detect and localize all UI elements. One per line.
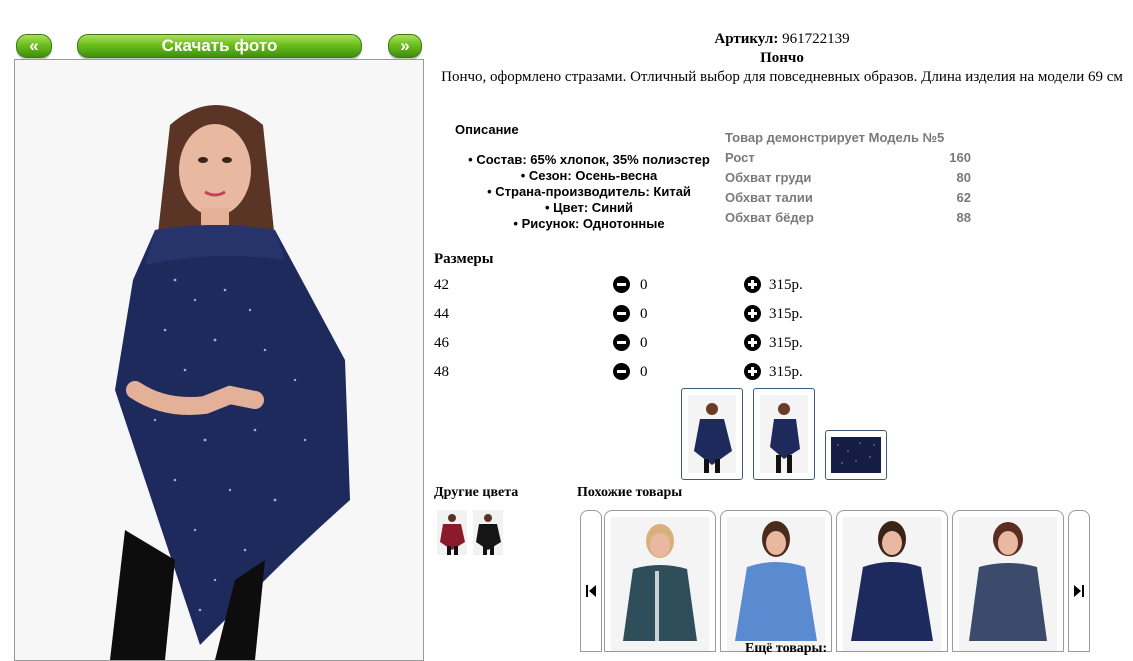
- increase-quantity-icon[interactable]: [744, 334, 761, 351]
- decrease-quantity-icon[interactable]: [613, 305, 630, 322]
- decrease-quantity-icon[interactable]: [613, 276, 630, 293]
- price-value: 315р.: [769, 364, 803, 380]
- model-value: 62: [956, 190, 971, 205]
- more-products-title: Ещё товары:: [745, 641, 828, 656]
- model-measurements: Товар демонстрирует Модель №5 Рост 160 Об…: [725, 128, 971, 228]
- photo-thumbnail-front[interactable]: [681, 388, 743, 480]
- main-product-photo[interactable]: [14, 59, 424, 661]
- increase-quantity-icon[interactable]: [744, 305, 761, 322]
- model-title: Товар демонстрирует Модель №5: [725, 130, 945, 145]
- prev-photo-button[interactable]: «: [16, 34, 52, 58]
- description-item: Цвет: Синий: [448, 200, 730, 216]
- photo-thumbnail-back[interactable]: [753, 388, 815, 480]
- download-photo-button[interactable]: Скачать фото: [77, 34, 362, 58]
- similar-product-image: [727, 517, 825, 651]
- size-row: 42 0 315р.: [434, 274, 834, 296]
- size-row: 44 0 315р.: [434, 303, 834, 325]
- similar-product-image: [959, 517, 1057, 651]
- other-colors-title: Другие цвета: [434, 485, 519, 500]
- increase-quantity-icon[interactable]: [744, 363, 761, 380]
- swatch-image: [476, 514, 501, 555]
- description-title: Описание: [455, 122, 519, 137]
- thumbnail-image: [688, 395, 736, 473]
- quantity-value: 0: [640, 335, 648, 351]
- size-label: 42: [434, 277, 449, 293]
- description-item: Состав: 65% хлопок, 35% полиэстер: [448, 152, 730, 168]
- carousel-next-button[interactable]: [1068, 510, 1090, 652]
- article-value: 961722139: [782, 31, 850, 47]
- description-item: Страна-производитель: Китай: [448, 184, 730, 200]
- photo-thumbnail-fabric[interactable]: [825, 430, 887, 480]
- model-label: Обхват талии: [725, 190, 813, 205]
- size-label: 46: [434, 335, 449, 351]
- skip-next-icon: [1074, 585, 1084, 597]
- quantity-value: 0: [640, 306, 648, 322]
- model-label: Рост: [725, 150, 755, 165]
- similar-product-image: [611, 517, 709, 651]
- description-item: Рисунок: Однотонные: [448, 216, 730, 232]
- quantity-value: 0: [640, 277, 648, 293]
- size-row: 48 0 315р.: [434, 361, 834, 383]
- product-header: Артикул: 961722139 Пончо Пончо, оформлен…: [432, 30, 1132, 87]
- swatch-image: [440, 514, 465, 555]
- product-name: Пончо: [760, 50, 804, 66]
- similar-product-image: [843, 517, 941, 651]
- model-value: 80: [956, 170, 971, 185]
- similar-product-card[interactable]: [836, 510, 948, 652]
- decrease-quantity-icon[interactable]: [613, 334, 630, 351]
- product-summary: Пончо, оформлено стразами. Отличный выбо…: [441, 69, 1123, 85]
- model-label: Обхват бёдер: [725, 210, 814, 225]
- color-swatch-black[interactable]: [473, 510, 503, 555]
- color-swatch-burgundy[interactable]: [437, 510, 467, 555]
- similar-product-card[interactable]: [720, 510, 832, 652]
- model-value: 88: [956, 210, 971, 225]
- model-value: 160: [949, 150, 971, 165]
- next-photo-button[interactable]: »: [388, 34, 422, 58]
- sizes-title: Размеры: [434, 251, 494, 267]
- model-label: Обхват груди: [725, 170, 812, 185]
- size-row: 46 0 315р.: [434, 332, 834, 354]
- decrease-quantity-icon[interactable]: [613, 363, 630, 380]
- size-label: 48: [434, 364, 449, 380]
- thumbnail-image: [760, 395, 808, 473]
- similar-products-title: Похожие товары: [577, 485, 683, 500]
- similar-product-card[interactable]: [604, 510, 716, 652]
- quantity-value: 0: [640, 364, 648, 380]
- size-label: 44: [434, 306, 449, 322]
- description-item: Сезон: Осень-весна: [448, 168, 730, 184]
- article-label: Артикул:: [714, 31, 779, 47]
- carousel-prev-button[interactable]: [580, 510, 602, 652]
- thumbnail-image: [831, 437, 881, 473]
- price-value: 315р.: [769, 335, 803, 351]
- increase-quantity-icon[interactable]: [744, 276, 761, 293]
- skip-previous-icon: [586, 585, 596, 597]
- product-photo-illustration: [15, 60, 423, 660]
- similar-product-card[interactable]: [952, 510, 1064, 652]
- price-value: 315р.: [769, 306, 803, 322]
- price-value: 315р.: [769, 277, 803, 293]
- description-list: Состав: 65% хлопок, 35% полиэстер Сезон:…: [448, 152, 730, 232]
